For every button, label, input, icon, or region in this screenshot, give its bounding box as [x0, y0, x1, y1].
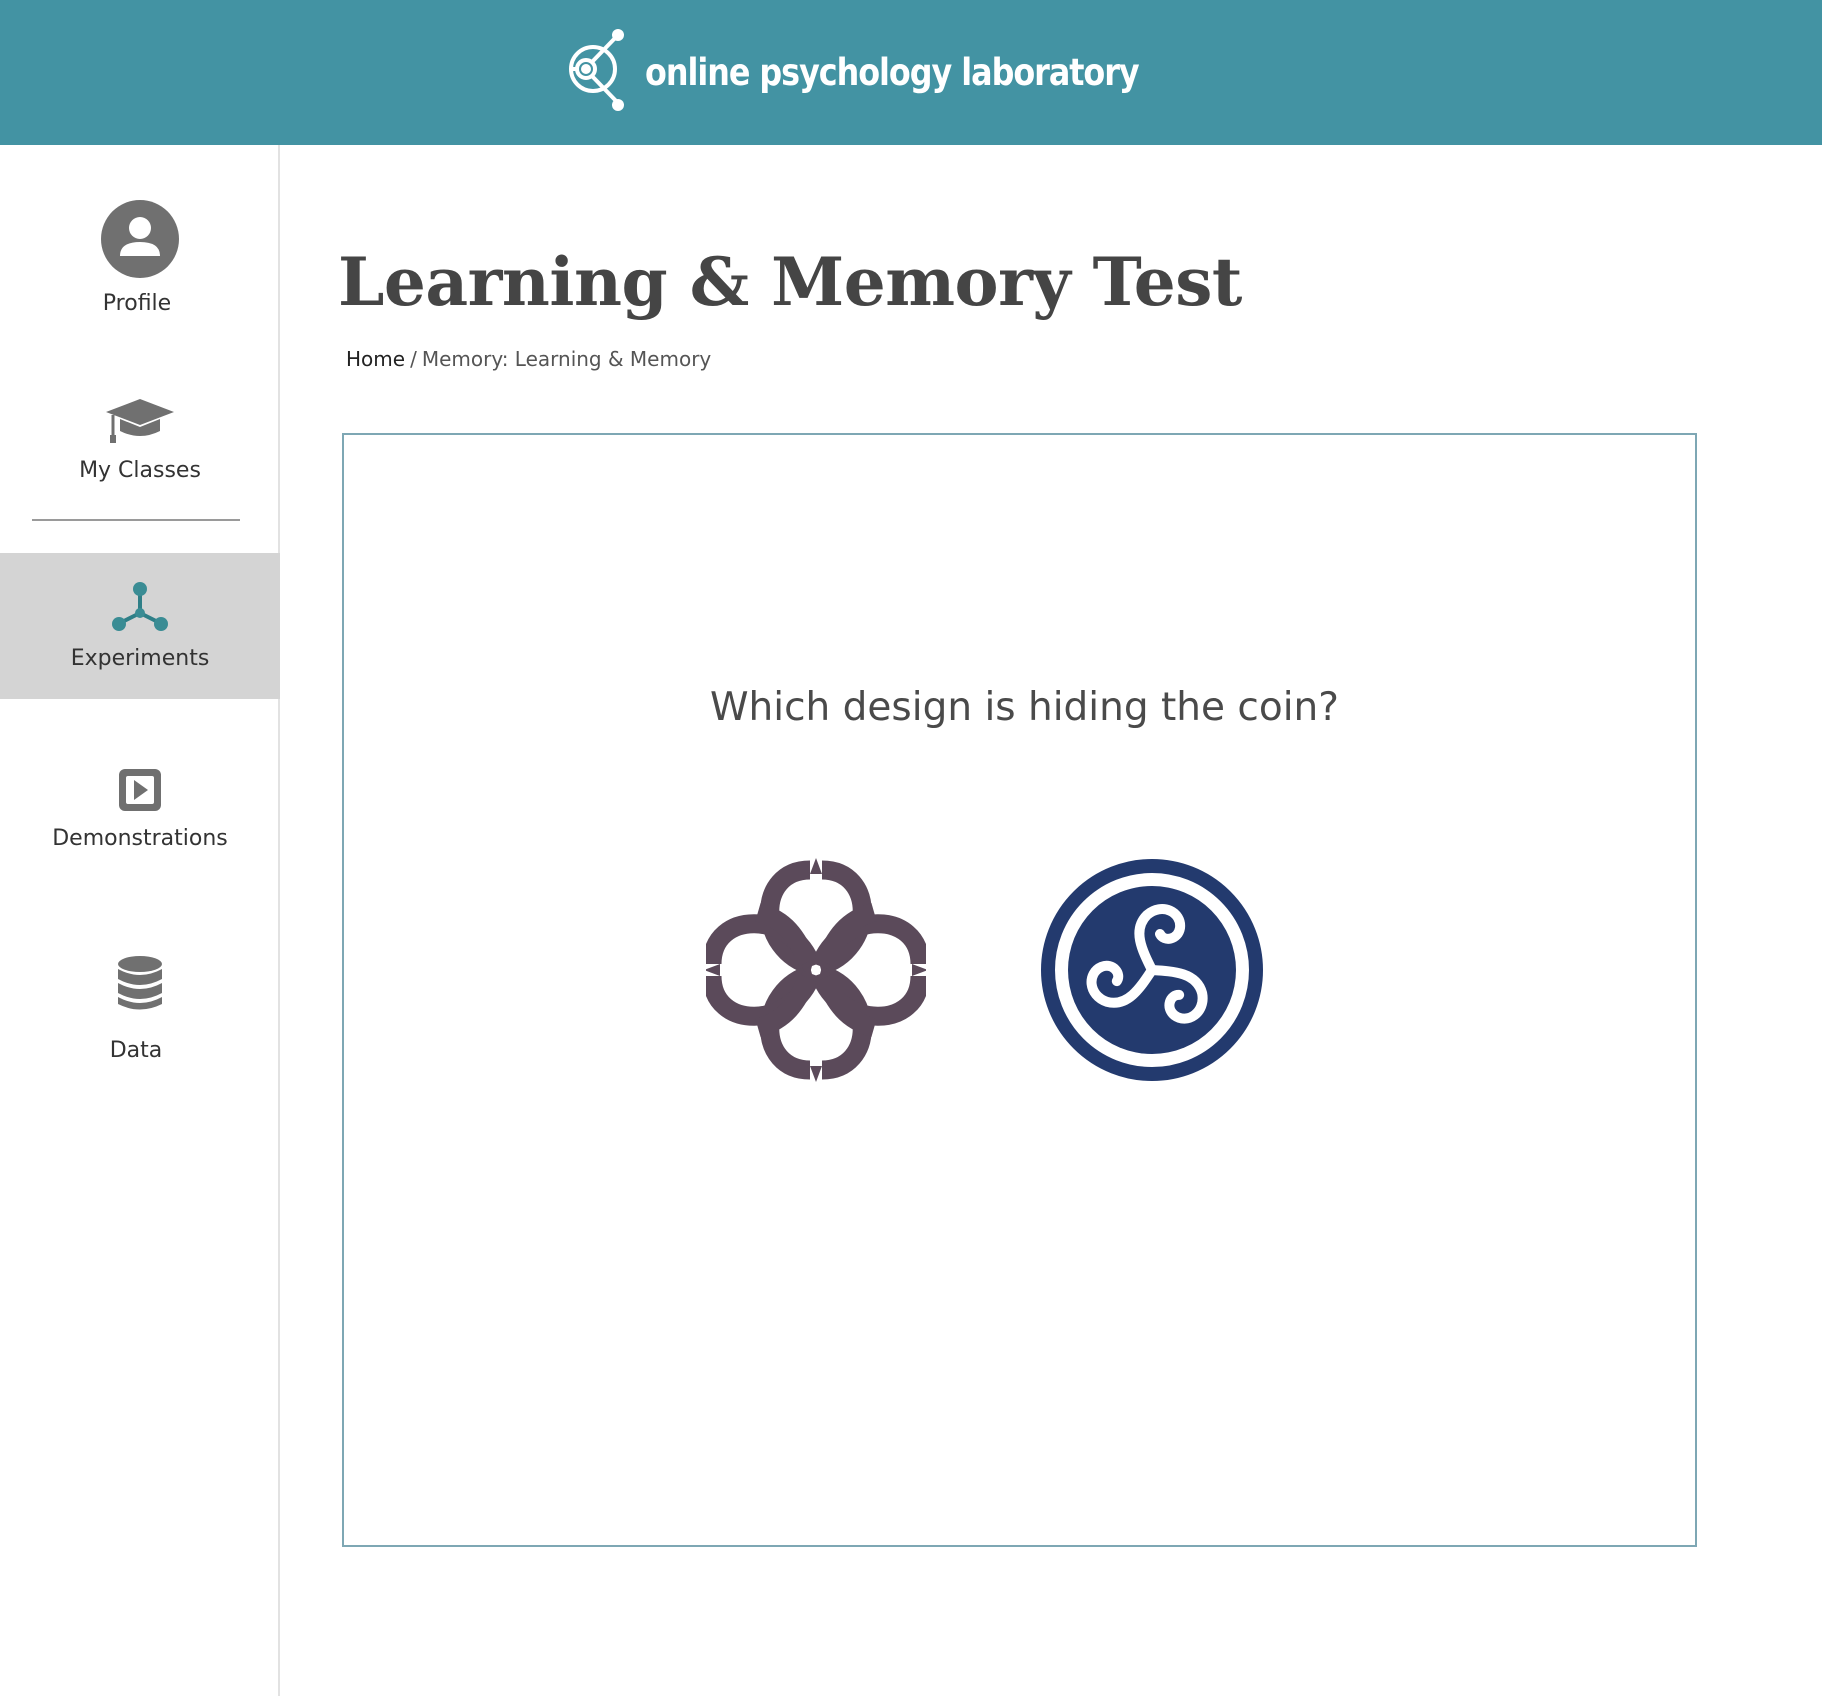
- sidebar-item-label: Data: [109, 1038, 163, 1063]
- database-icon: [116, 955, 164, 1018]
- brand-logo[interactable]: online psychology laboratory: [563, 29, 1219, 116]
- breadcrumb: Home / Memory: Learning & Memory: [346, 347, 711, 371]
- sidebar-item-data[interactable]: Data: [0, 955, 280, 1063]
- sidebar-item-label: My Classes: [79, 458, 201, 483]
- breadcrumb-home-link[interactable]: Home: [346, 347, 405, 371]
- sidebar-item-profile[interactable]: Profile: [0, 200, 280, 316]
- choice-celtic-knot[interactable]: [702, 855, 930, 1090]
- breadcrumb-separator: /: [410, 347, 417, 371]
- choice-triskele[interactable]: [1039, 857, 1265, 1088]
- sidebar-item-demonstrations[interactable]: Demonstrations: [0, 767, 280, 851]
- page-title: Learning & Memory Test: [338, 243, 1242, 321]
- top-header: online psychology laboratory: [0, 0, 1822, 145]
- atom-orbit-icon: [563, 29, 631, 116]
- task-question: Which design is hiding the coin?: [710, 685, 1339, 730]
- sidebar-item-label: Demonstrations: [52, 826, 228, 851]
- brand-name: online psychology laboratory: [645, 51, 1140, 94]
- molecule-icon: [110, 581, 170, 638]
- sidebar-item-my-classes[interactable]: My Classes: [0, 397, 280, 483]
- celtic-knot-design: [702, 858, 930, 1089]
- experiment-frame: Which design is hiding the coin?: [342, 433, 1697, 1547]
- graduation-cap-icon: [104, 397, 176, 450]
- breadcrumb-current: Memory: Learning & Memory: [421, 347, 712, 371]
- sidebar-item-label: Profile: [102, 291, 172, 316]
- sidebar-item-experiments[interactable]: Experiments: [0, 553, 280, 699]
- sidebar-nav: Profile My Classes Experiments Demonstra…: [0, 145, 280, 1696]
- triskele-spiral-design: [1039, 859, 1265, 1087]
- play-square-icon: [117, 767, 163, 818]
- user-circle-icon: [101, 200, 179, 283]
- sidebar-divider: [32, 519, 240, 521]
- sidebar-item-label: Experiments: [70, 646, 210, 671]
